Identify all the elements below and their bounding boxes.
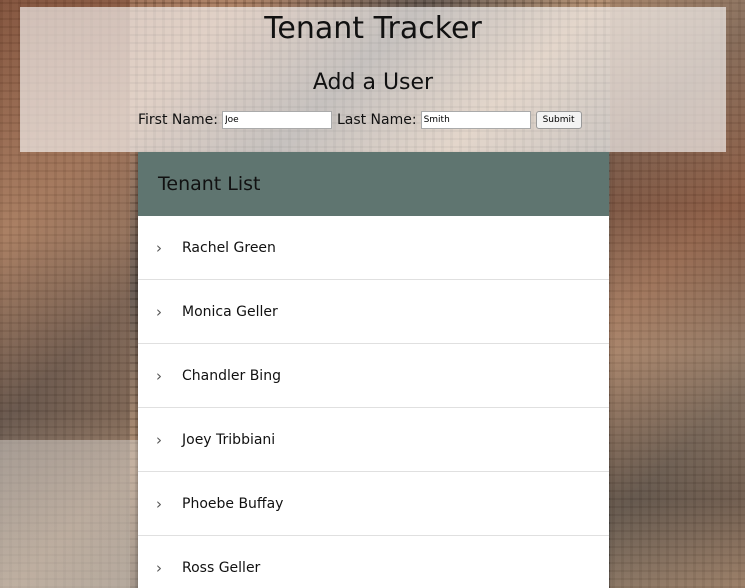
tenant-list-item[interactable]: › Phoebe Buffay — [138, 472, 609, 536]
first-name-input[interactable] — [221, 111, 332, 129]
tenant-name: Chandler Bing — [182, 367, 281, 384]
background-building — [0, 440, 140, 588]
app-title: Tenant Tracker — [264, 11, 482, 46]
tenant-name: Joey Tribbiani — [182, 431, 276, 448]
add-user-form: First Name: Last Name: Submit — [138, 109, 582, 131]
chevron-right-icon: › — [156, 366, 162, 385]
chevron-right-icon: › — [156, 238, 162, 257]
chevron-right-icon: › — [156, 302, 162, 321]
chevron-right-icon: › — [156, 430, 162, 449]
tenant-list-item[interactable]: › Chandler Bing — [138, 344, 609, 408]
tenant-list-item[interactable]: › Monica Geller — [138, 280, 609, 344]
chevron-right-icon: › — [156, 494, 162, 513]
last-name-label: Last Name: — [336, 112, 417, 128]
tenant-list-heading: Tenant List — [158, 173, 261, 195]
add-user-heading: Add a User — [312, 70, 434, 95]
tenant-list-item[interactable]: › Joey Tribbiani — [138, 408, 609, 472]
submit-button[interactable]: Submit — [535, 111, 582, 129]
tenant-list-item[interactable]: › Ross Geller — [138, 536, 609, 588]
tenant-name: Ross Geller — [182, 559, 261, 576]
chevron-right-icon: › — [156, 558, 162, 577]
tenant-name: Phoebe Buffay — [182, 495, 284, 512]
tenant-list: › Rachel Green › Monica Geller › Chandle… — [138, 216, 609, 588]
tenant-list-header: Tenant List — [138, 152, 609, 216]
tenant-list-item[interactable]: › Rachel Green — [138, 216, 609, 280]
tenant-name: Monica Geller — [182, 303, 278, 320]
first-name-label: First Name: — [138, 112, 218, 128]
tenant-name: Rachel Green — [182, 239, 276, 256]
tenant-list-panel: Tenant List › Rachel Green › Monica Gell… — [138, 152, 609, 588]
last-name-input[interactable] — [420, 111, 531, 129]
